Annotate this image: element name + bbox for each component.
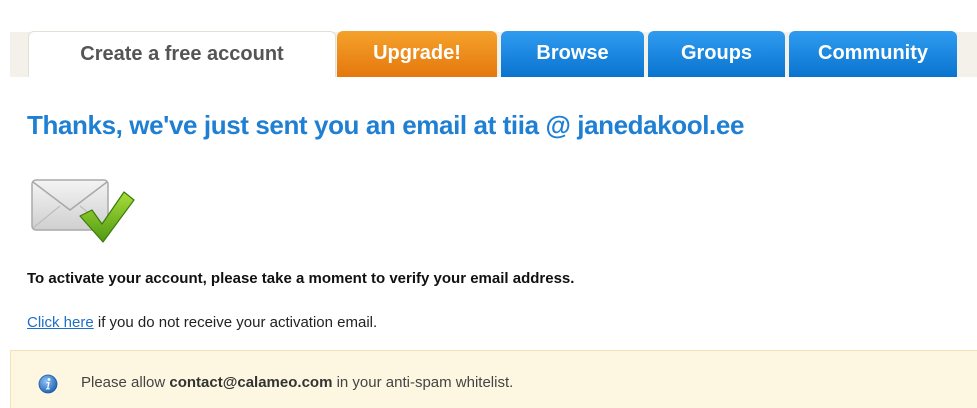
tab-browse[interactable]: Browse [501, 31, 644, 77]
tab-groups[interactable]: Groups [648, 31, 785, 77]
tab-community[interactable]: Community [789, 31, 957, 77]
tab-create-account[interactable]: Create a free account [28, 31, 336, 77]
resend-activation-line: Click here if you do not receive your ac… [27, 314, 377, 331]
resend-click-here-link[interactable]: Click here [27, 314, 94, 331]
resend-description: if you do not receive your activation em… [93, 314, 378, 331]
notice-suffix: in your anti-spam whitelist. [332, 374, 514, 391]
page: Create a free account Upgrade! Browse Gr… [0, 0, 977, 408]
info-icon [38, 374, 58, 394]
tab-bar: Create a free account Upgrade! Browse Gr… [10, 0, 977, 77]
tab-upgrade[interactable]: Upgrade! [337, 31, 497, 77]
confirmation-headline: Thanks, we've just sent you an email at … [27, 110, 745, 140]
whitelist-email: contact@calameo.com [169, 374, 333, 391]
email-sent-check-icon [31, 179, 135, 243]
whitelist-notice-text: Please allow contact@calameo.com in your… [81, 374, 513, 391]
notice-prefix: Please allow [81, 374, 170, 391]
tab-bar-top-strip [10, 0, 977, 32]
verify-instruction: To activate your account, please take a … [27, 270, 575, 287]
whitelist-notice: Please allow contact@calameo.com in your… [10, 350, 977, 408]
